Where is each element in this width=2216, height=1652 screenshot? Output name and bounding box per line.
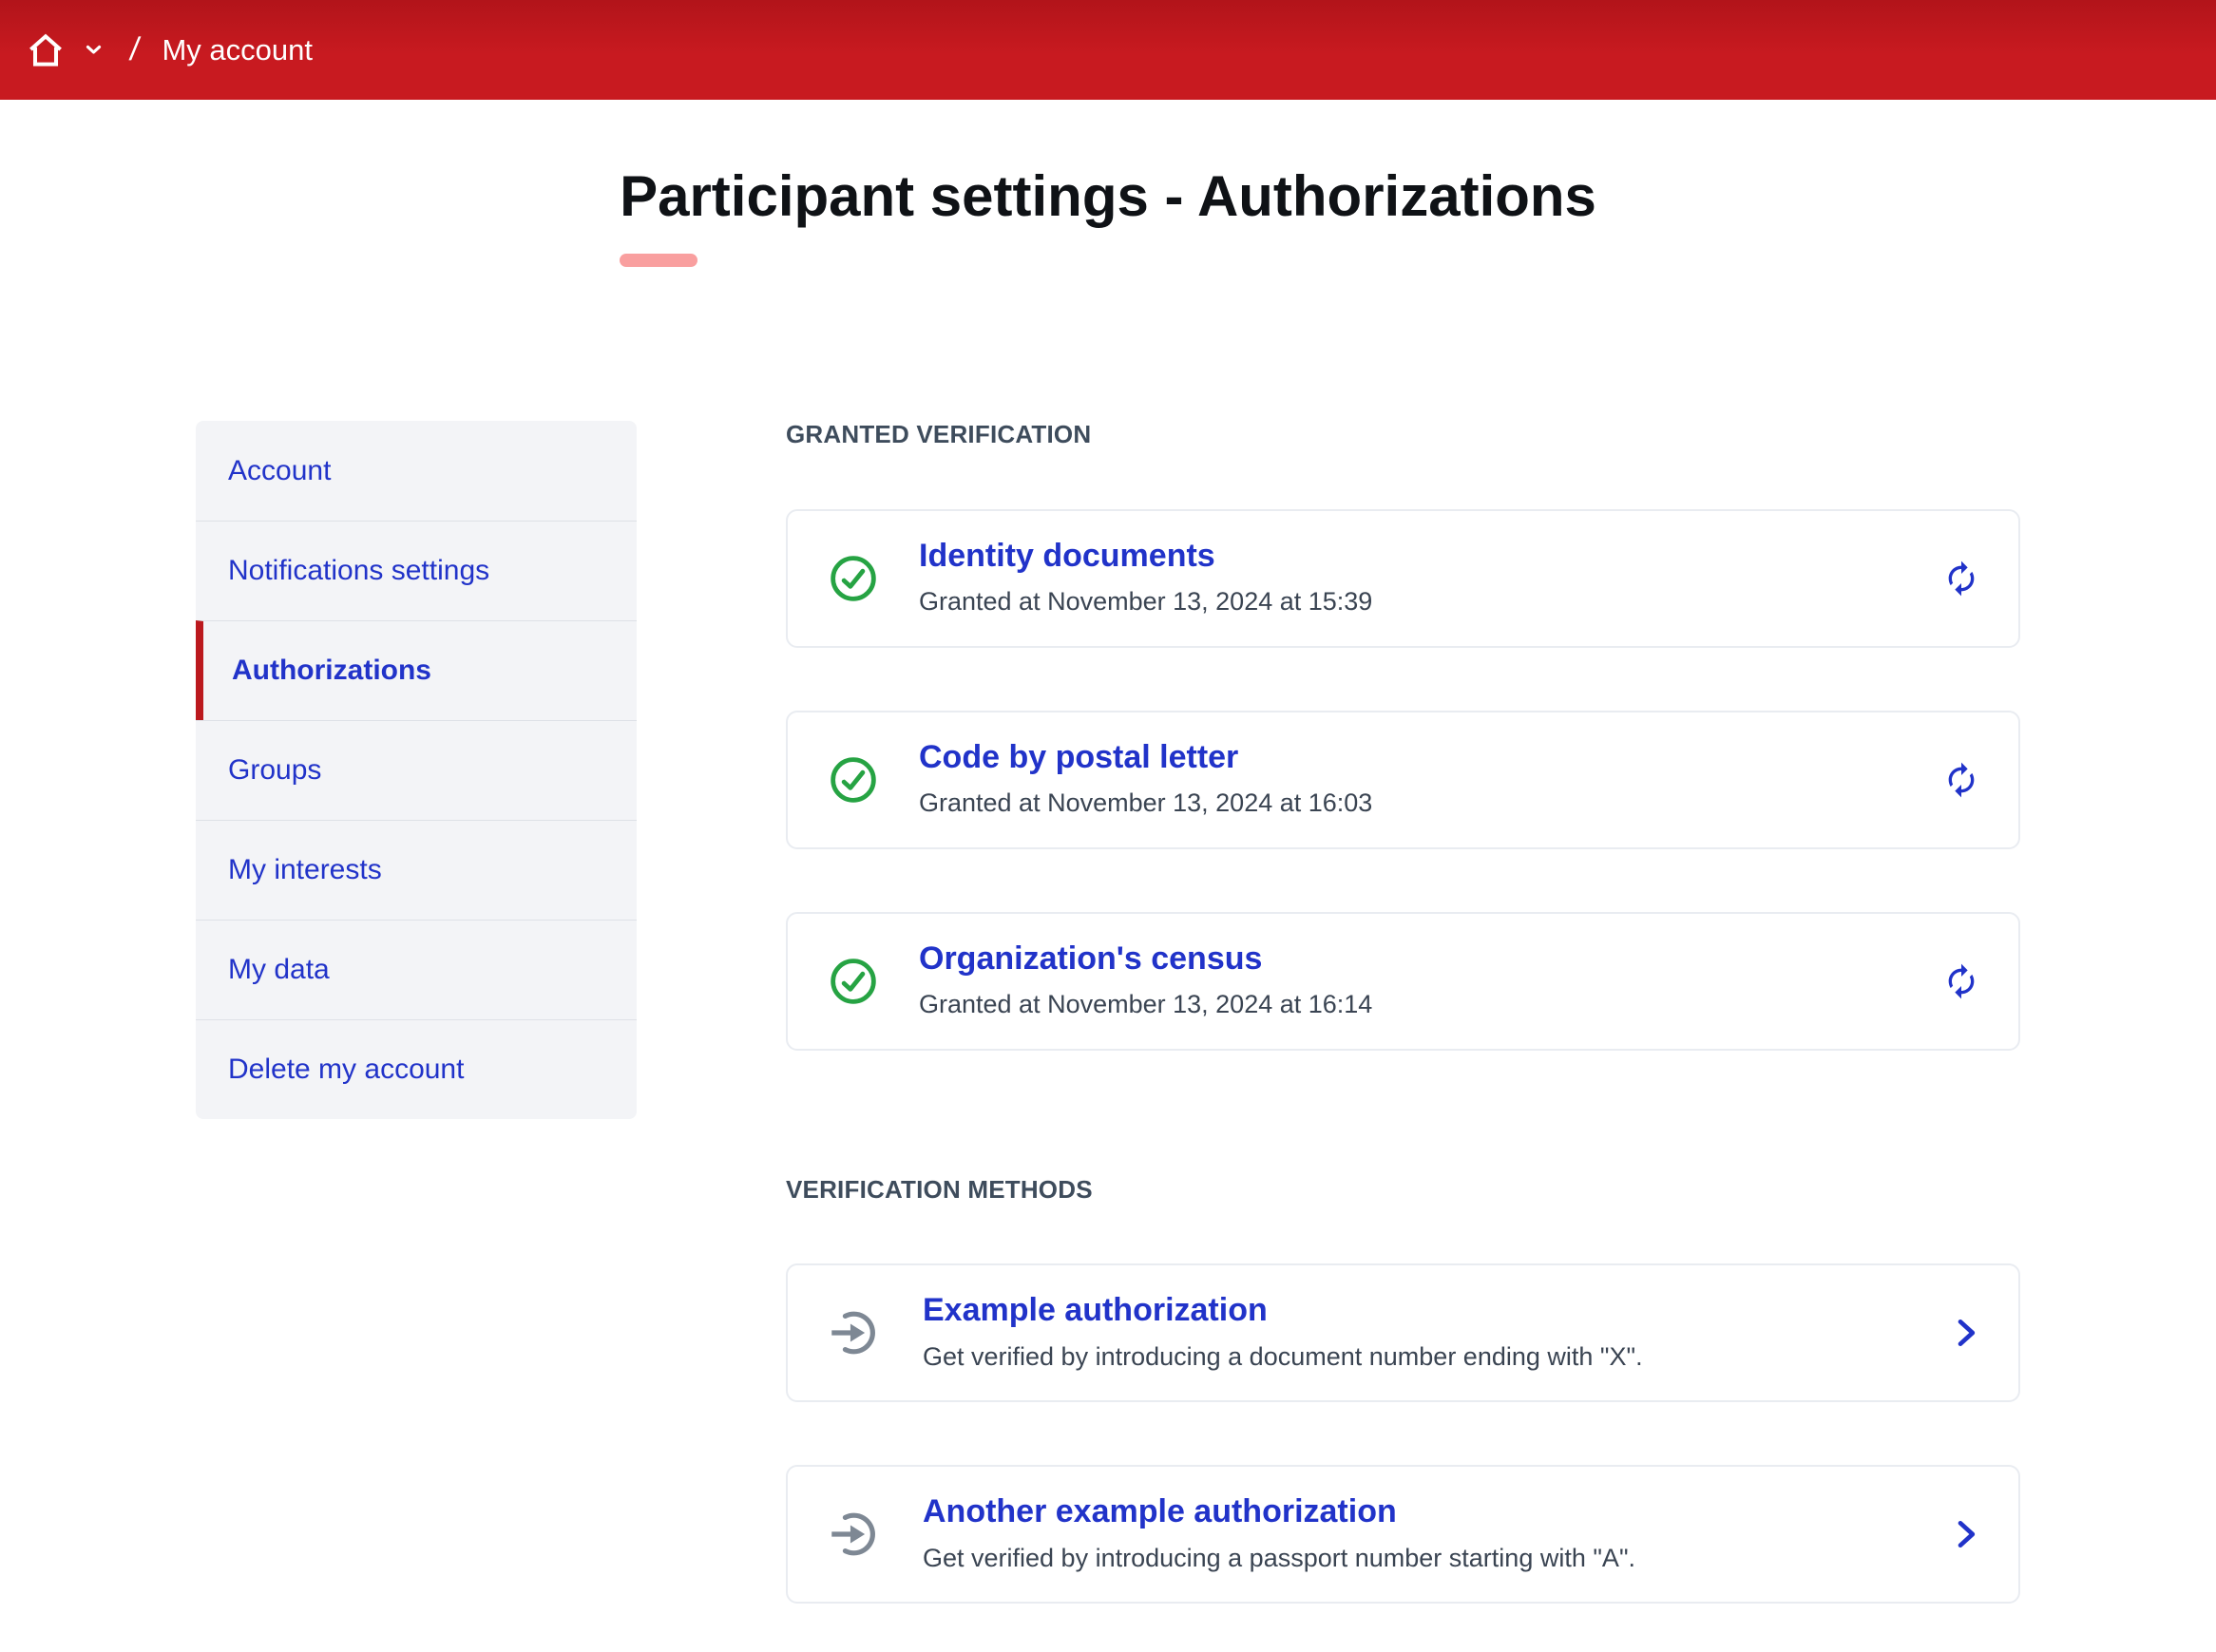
- breadcrumb: / My account: [25, 29, 313, 71]
- granted-card-identity-documents: Identity documents Granted at November 1…: [786, 509, 2020, 648]
- granted-card-text: Organization's census Granted at Novembe…: [919, 917, 1372, 1046]
- granted-verification-list: Identity documents Granted at November 1…: [786, 509, 2020, 1051]
- granted-card-text: Identity documents Granted at November 1…: [919, 514, 1372, 643]
- circle-check-icon: [830, 555, 877, 602]
- page-title: Participant settings - Authorizations: [620, 162, 1596, 267]
- granted-card-text: Code by postal letter Granted at Novembe…: [919, 715, 1372, 845]
- renew-icon[interactable]: [1942, 962, 1980, 1000]
- verification-methods-heading: VERIFICATION METHODS: [786, 1176, 2020, 1204]
- settings-sidebar: Account Notifications settings Authoriza…: [196, 421, 637, 1119]
- method-card-text: Another example authorization Get verifi…: [923, 1470, 1635, 1599]
- sidebar-item-notifications-settings[interactable]: Notifications settings: [196, 521, 637, 620]
- circle-check-icon: [830, 756, 877, 804]
- verification-methods-list: Example authorization Get verified by in…: [786, 1263, 2020, 1604]
- breadcrumb-current-my-account[interactable]: My account: [162, 33, 313, 67]
- chevron-right-icon[interactable]: [1954, 1316, 1980, 1350]
- renew-icon[interactable]: [1942, 560, 1980, 598]
- login-circle-icon: [830, 1509, 881, 1560]
- method-card-another-example-authorization[interactable]: Another example authorization Get verifi…: [786, 1465, 2020, 1604]
- granted-card-title-link[interactable]: Code by postal letter: [919, 740, 1372, 775]
- authorizations-main: GRANTED VERIFICATION Identity documents …: [786, 421, 2020, 1604]
- granted-card-title-link[interactable]: Identity documents: [919, 539, 1372, 574]
- granted-card-code-by-postal-letter: Code by postal letter Granted at Novembe…: [786, 711, 2020, 849]
- sidebar-item-authorizations[interactable]: Authorizations: [196, 620, 637, 720]
- method-card-title-link[interactable]: Example authorization: [923, 1293, 1643, 1328]
- sidebar-item-my-interests[interactable]: My interests: [196, 820, 637, 920]
- circle-check-icon: [830, 958, 877, 1005]
- breadcrumb-separator: /: [127, 31, 142, 68]
- method-card-example-authorization[interactable]: Example authorization Get verified by in…: [786, 1263, 2020, 1402]
- home-icon[interactable]: [25, 29, 67, 71]
- granted-card-status: Granted at November 13, 2024 at 15:39: [919, 586, 1372, 618]
- sidebar-item-delete-my-account[interactable]: Delete my account: [196, 1019, 637, 1119]
- granted-card-title-link[interactable]: Organization's census: [919, 941, 1372, 977]
- method-card-title-link[interactable]: Another example authorization: [923, 1494, 1635, 1529]
- top-navigation-bar: / My account: [0, 0, 2216, 100]
- granted-card-status: Granted at November 13, 2024 at 16:03: [919, 788, 1372, 820]
- chevron-down-icon[interactable]: [86, 45, 102, 55]
- chevron-right-icon[interactable]: [1954, 1517, 1980, 1551]
- content-area: Account Notifications settings Authoriza…: [196, 421, 2020, 1604]
- renew-icon[interactable]: [1942, 761, 1980, 799]
- method-card-text: Example authorization Get verified by in…: [923, 1268, 1643, 1397]
- sidebar-item-groups[interactable]: Groups: [196, 720, 637, 820]
- granted-verification-heading: GRANTED VERIFICATION: [786, 421, 2020, 448]
- login-circle-icon: [830, 1307, 881, 1358]
- method-card-description: Get verified by introducing a document n…: [923, 1341, 1643, 1374]
- method-card-description: Get verified by introducing a passport n…: [923, 1543, 1635, 1575]
- sidebar-item-account[interactable]: Account: [196, 421, 637, 521]
- granted-card-status: Granted at November 13, 2024 at 16:14: [919, 989, 1372, 1021]
- sidebar-item-my-data[interactable]: My data: [196, 920, 637, 1019]
- granted-card-organizations-census: Organization's census Granted at Novembe…: [786, 912, 2020, 1051]
- home-link[interactable]: [25, 29, 102, 71]
